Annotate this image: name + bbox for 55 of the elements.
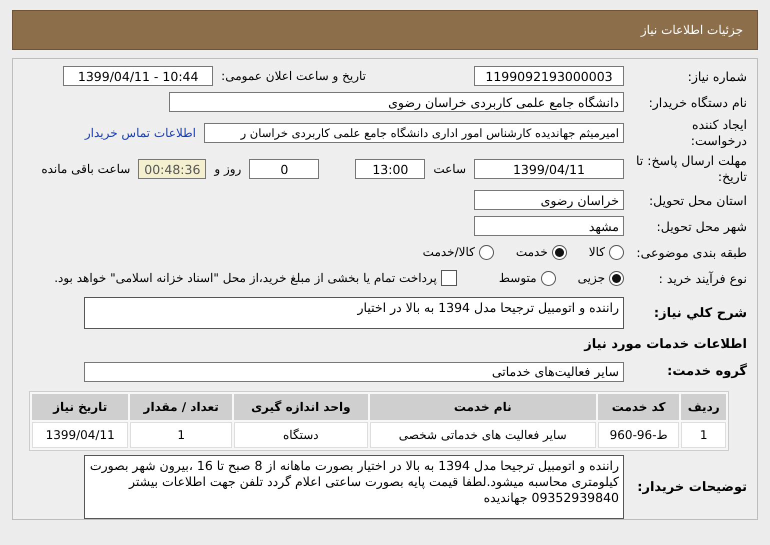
- notes-field[interactable]: راننده و اتومبیل ترجیحا مدل 1394 به بالا در اختیار بصورت ماهانه از 8 صبح تا 16 ،بیرون شهر بصورت کیلومتری محاسبه میشود.لطفا قیمت پایه بصورت ساعتی اعلام گردد تلفن جهت اطلاعات بیشتر 09352939840 جهاندیده: [84, 455, 624, 519]
- field-label: تاریخ و ساعت اعلان عمومی:: [221, 69, 366, 83]
- column-header: نام خدمت: [370, 394, 596, 420]
- text-field[interactable]: 1399/04/11: [474, 159, 624, 179]
- radio-button[interactable]: [478, 244, 494, 260]
- table-cell: دستگاه: [234, 422, 368, 448]
- text-field[interactable]: 1399/04/11 - 10:44: [63, 66, 214, 86]
- text-field[interactable]: امیرمیثم جهاندیده کارشناس امور اداری دانشگاه جامع علمی کاربردی خراسان ر: [204, 123, 624, 143]
- field-label: گروه خدمت:: [666, 362, 747, 381]
- radio-label: جزیی: [578, 271, 605, 285]
- field-label: مهلت ارسال پاسخ: تا تاریخ:: [635, 153, 747, 185]
- field-label: نوع فرآیند خرید :: [658, 270, 747, 286]
- text-field[interactable]: سایر فعالیت‌های خدماتی: [84, 362, 624, 382]
- text-field[interactable]: دانشگاه جامع علمی کاربردی خراسان رضوی: [169, 92, 624, 112]
- column-header: کد خدمت: [598, 394, 680, 420]
- field-label: استان محل تحویل:: [648, 192, 747, 208]
- radio-button[interactable]: [609, 270, 624, 286]
- column-header: واحد اندازه گیری: [234, 394, 368, 420]
- text-field[interactable]: 0: [249, 159, 320, 179]
- text-field[interactable]: مشهد: [474, 216, 624, 236]
- table-cell: سایر فعالیت های خدماتی شخصی: [370, 422, 596, 448]
- column-header: تعداد / مقدار: [130, 394, 232, 420]
- table-cell: 1: [130, 422, 232, 448]
- field-label: ساعت باقی مانده: [41, 162, 130, 176]
- text-field[interactable]: خراسان رضوی: [474, 190, 624, 210]
- radio-button[interactable]: [552, 244, 567, 260]
- countdown-field: 00:48:36: [138, 159, 206, 179]
- page-header: جزئیات اطلاعات نیاز: [12, 10, 758, 50]
- radio-label: کالا: [588, 245, 605, 259]
- radio-button[interactable]: [540, 270, 556, 286]
- description-field[interactable]: راننده و اتومبیل ترجیحا مدل 1394 به بالا در اختیار: [84, 297, 624, 329]
- table-cell: 1399/04/11: [32, 422, 128, 448]
- field-label: نام دستگاه خریدار:: [648, 94, 747, 110]
- text-field[interactable]: 13:00: [355, 159, 426, 179]
- radio-label: کالا/خدمت: [422, 245, 475, 259]
- checkbox-label: پرداخت تمام یا بخشی از مبلغ خرید،از محل "اسناد خزانه اسلامی" خواهد بود.: [54, 271, 437, 285]
- field-label: طبقه بندی موضوعی:: [635, 244, 747, 260]
- column-header: ردیف: [681, 394, 726, 420]
- table-cell: 1: [681, 422, 726, 448]
- radio-button[interactable]: [609, 244, 624, 260]
- checkbox[interactable]: [440, 270, 457, 286]
- field-label: شهر محل تحویل:: [656, 218, 747, 234]
- radio-label: خدمت: [516, 245, 548, 259]
- field-label: توضیحات خریدار:: [636, 478, 747, 496]
- field-label: شرح کلي نياز:: [652, 304, 747, 322]
- buyer-contact-link[interactable]: اطلاعات تماس خریدار: [84, 126, 196, 140]
- column-header: تاریخ نیاز: [32, 394, 128, 420]
- text-field[interactable]: 1199092193000003: [474, 66, 624, 86]
- table-cell: ط-96-960: [598, 422, 680, 448]
- field-label: ساعت: [433, 162, 466, 176]
- field-label: روز و: [214, 162, 242, 176]
- section-heading: اطلاعات خدمات مورد نیاز: [584, 336, 747, 354]
- radio-label: متوسط: [498, 271, 537, 285]
- field-label: ایجاد کننده درخواست:: [690, 117, 747, 149]
- field-label: شماره نیاز:: [686, 68, 747, 84]
